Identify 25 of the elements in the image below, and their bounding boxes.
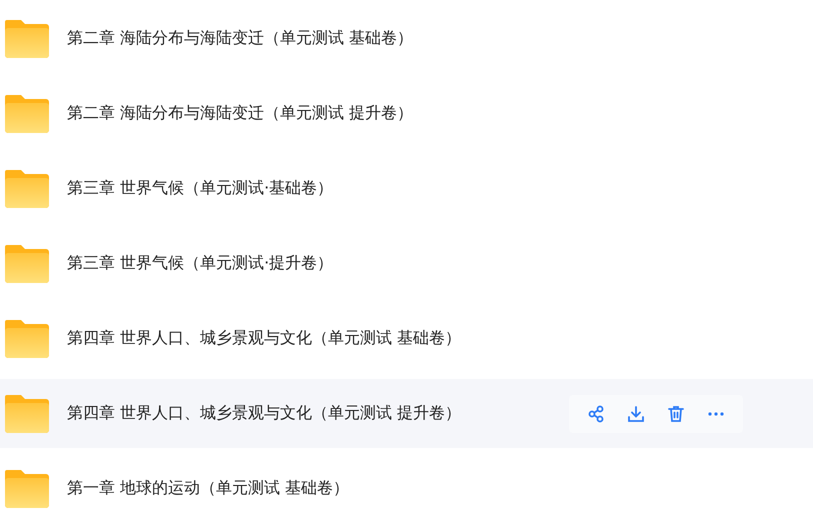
folder-row[interactable]: 第三章 世界气候（单元测试·基础卷）: [0, 154, 813, 223]
folder-name: 第三章 世界气候（单元测试·基础卷）: [67, 178, 334, 199]
folder-row[interactable]: 第三章 世界气候（单元测试·提升卷）: [0, 229, 813, 298]
folder-row[interactable]: 第二章 海陆分布与海陆变迁（单元测试 基础卷）: [0, 4, 813, 73]
folder-icon: [5, 470, 49, 508]
folder-name: 第四章 世界人口、城乡景观与文化（单元测试 提升卷）: [67, 403, 462, 424]
folder-row[interactable]: 第四章 世界人口、城乡景观与文化（单元测试 提升卷）: [0, 379, 813, 448]
folder-icon: [5, 94, 49, 132]
folder-row[interactable]: 第四章 世界人口、城乡景观与文化（单元测试 基础卷）: [0, 304, 813, 373]
folder-row[interactable]: 第一章 地球的运动（单元测试 基础卷）: [0, 454, 813, 510]
folder-icon: [5, 244, 49, 282]
folder-name: 第二章 海陆分布与海陆变迁（单元测试 提升卷）: [67, 103, 414, 124]
folder-name: 第二章 海陆分布与海陆变迁（单元测试 基础卷）: [67, 28, 414, 49]
folder-icon: [5, 20, 49, 58]
folder-name: 第三章 世界气候（单元测试·提升卷）: [67, 253, 334, 274]
folder-icon: [5, 320, 49, 358]
folder-name: 第一章 地球的运动（单元测试 基础卷）: [67, 478, 350, 499]
folder-name: 第四章 世界人口、城乡景观与文化（单元测试 基础卷）: [67, 328, 462, 349]
download-icon: [627, 404, 645, 422]
share-icon: [587, 404, 605, 422]
folder-icon: [5, 170, 49, 208]
more-icon: [708, 412, 724, 416]
trash-icon: [667, 404, 685, 422]
folder-icon: [5, 394, 49, 432]
folder-row[interactable]: 第二章 海陆分布与海陆变迁（单元测试 提升卷）: [0, 79, 813, 148]
